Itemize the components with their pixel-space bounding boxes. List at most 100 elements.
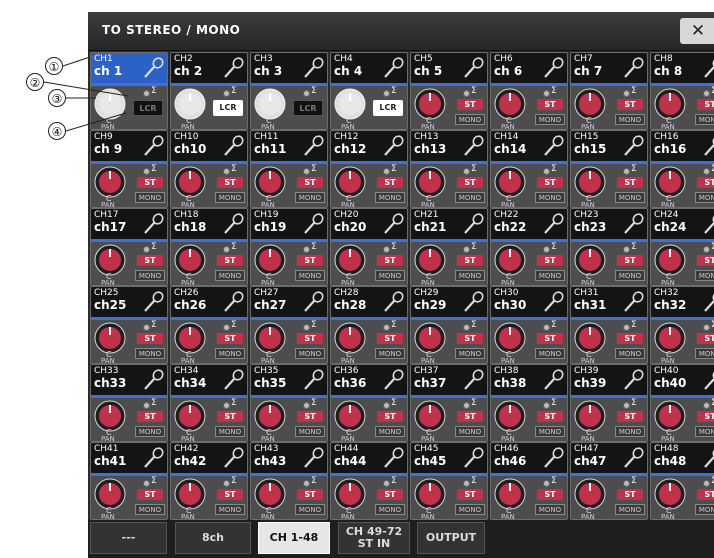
mono-button[interactable]: MONO	[375, 192, 405, 203]
channel-strip[interactable]: CH36 ch36 C PAN Σ ST MONO	[330, 364, 408, 442]
close-button[interactable]: ✕	[680, 18, 714, 44]
channel-strip[interactable]: CH26 ch26 C PAN Σ ST MONO	[170, 286, 248, 364]
mono-button[interactable]: MONO	[375, 426, 405, 437]
st-button[interactable]: ST	[617, 255, 643, 266]
st-button[interactable]: ST	[617, 99, 643, 110]
st-button[interactable]: ST	[537, 411, 563, 422]
st-button[interactable]: ST	[377, 333, 403, 344]
channel-strip[interactable]: CH20 ch20 C PAN Σ ST MONO	[330, 208, 408, 286]
mono-button[interactable]: MONO	[215, 192, 245, 203]
st-button[interactable]: ST	[217, 255, 243, 266]
mono-button[interactable]: MONO	[535, 192, 565, 203]
channel-strip[interactable]: CH22 ch22 C PAN Σ ST MONO	[490, 208, 568, 286]
channel-strip[interactable]: CH8ch 8CPANΣSTMONO	[650, 52, 714, 130]
lcr-button[interactable]: LCR	[373, 100, 403, 116]
channel-strip[interactable]: CH39 ch39 C PAN Σ ST MONO	[570, 364, 648, 442]
channel-strip[interactable]: CH37 ch37 C PAN Σ ST MONO	[410, 364, 488, 442]
mono-button[interactable]: MONO	[135, 426, 165, 437]
mono-button[interactable]: MONO	[535, 114, 565, 125]
mono-button[interactable]: MONO	[695, 426, 714, 437]
mono-button[interactable]: MONO	[455, 192, 485, 203]
st-button[interactable]: ST	[137, 489, 163, 500]
mono-button[interactable]: MONO	[695, 504, 714, 515]
mono-button[interactable]: MONO	[695, 270, 714, 281]
channel-strip[interactable]: CH38 ch38 C PAN Σ ST MONO	[490, 364, 568, 442]
mono-button[interactable]: MONO	[295, 270, 325, 281]
channel-strip[interactable]: CH18 ch18 C PAN Σ ST MONO	[170, 208, 248, 286]
mono-button[interactable]: MONO	[455, 270, 485, 281]
mono-button[interactable]: MONO	[295, 192, 325, 203]
mono-button[interactable]: MONO	[695, 114, 714, 125]
st-button[interactable]: ST	[457, 411, 483, 422]
st-button[interactable]: ST	[137, 333, 163, 344]
channel-strip[interactable]: CH28 ch28 C PAN Σ ST MONO	[330, 286, 408, 364]
st-button[interactable]: ST	[537, 489, 563, 500]
bank-tab[interactable]: CH 1-48	[258, 522, 330, 554]
st-button[interactable]: ST	[537, 255, 563, 266]
st-button[interactable]: ST	[377, 255, 403, 266]
mono-button[interactable]: MONO	[615, 270, 645, 281]
mono-button[interactable]: MONO	[695, 348, 714, 359]
channel-strip[interactable]: CH34 ch34 C PAN Σ ST MONO	[170, 364, 248, 442]
st-button[interactable]: ST	[537, 177, 563, 188]
mono-button[interactable]: MONO	[615, 114, 645, 125]
mono-button[interactable]: MONO	[135, 270, 165, 281]
mono-button[interactable]: MONO	[535, 270, 565, 281]
channel-strip[interactable]: CH6 ch 6 C PAN Σ ST MONO	[490, 52, 568, 130]
st-button[interactable]: ST	[617, 489, 643, 500]
channel-strip[interactable]: CH2 ch 2 C PAN Σ LCR	[170, 52, 248, 130]
st-button[interactable]: ST	[377, 411, 403, 422]
mono-button[interactable]: MONO	[295, 426, 325, 437]
mono-button[interactable]: MONO	[455, 504, 485, 515]
st-button[interactable]: ST	[137, 255, 163, 266]
st-button[interactable]: ST	[697, 489, 714, 500]
st-button[interactable]: ST	[697, 411, 714, 422]
channel-strip[interactable]: CH45 ch45 C PAN Σ ST MONO	[410, 442, 488, 520]
mono-button[interactable]: MONO	[135, 348, 165, 359]
st-button[interactable]: ST	[697, 99, 714, 110]
channel-strip[interactable]: CH33 ch33 C PAN Σ ST MONO	[90, 364, 168, 442]
channel-strip[interactable]: CH30 ch30 C PAN Σ ST MONO	[490, 286, 568, 364]
lcr-button[interactable]: LCR	[133, 100, 163, 116]
mono-button[interactable]: MONO	[535, 504, 565, 515]
st-button[interactable]: ST	[537, 99, 563, 110]
channel-strip[interactable]: CH40ch40CPANΣSTMONO	[650, 364, 714, 442]
st-button[interactable]: ST	[697, 177, 714, 188]
channel-strip[interactable]: CH25 ch25 C PAN Σ ST MONO	[90, 286, 168, 364]
bank-tab[interactable]: OUTPUT	[417, 522, 485, 554]
mono-button[interactable]: MONO	[455, 426, 485, 437]
channel-strip[interactable]: CH14 ch14 C PAN Σ ST MONO	[490, 130, 568, 208]
st-button[interactable]: ST	[457, 333, 483, 344]
st-button[interactable]: ST	[217, 177, 243, 188]
st-button[interactable]: ST	[137, 411, 163, 422]
channel-strip[interactable]: CH16ch16CPANΣSTMONO	[650, 130, 714, 208]
channel-strip[interactable]: CH1 ch 1 C PAN Σ LCR	[90, 52, 168, 130]
st-button[interactable]: ST	[377, 177, 403, 188]
channel-strip[interactable]: CH48ch48CPANΣSTMONO	[650, 442, 714, 520]
channel-strip[interactable]: CH46 ch46 C PAN Σ ST MONO	[490, 442, 568, 520]
st-button[interactable]: ST	[297, 489, 323, 500]
bank-tab[interactable]: ---	[90, 522, 167, 554]
st-button[interactable]: ST	[537, 333, 563, 344]
mono-button[interactable]: MONO	[615, 504, 645, 515]
channel-strip[interactable]: CH3 ch 3 C PAN Σ LCR	[250, 52, 328, 130]
lcr-button[interactable]: LCR	[213, 100, 243, 116]
channel-strip[interactable]: CH29 ch29 C PAN Σ ST MONO	[410, 286, 488, 364]
channel-strip[interactable]: CH5 ch 5 C PAN Σ ST MONO	[410, 52, 488, 130]
st-button[interactable]: ST	[217, 411, 243, 422]
bank-tab[interactable]: 8ch	[175, 522, 251, 554]
mono-button[interactable]: MONO	[135, 192, 165, 203]
st-button[interactable]: ST	[297, 177, 323, 188]
mono-button[interactable]: MONO	[615, 426, 645, 437]
mono-button[interactable]: MONO	[615, 348, 645, 359]
channel-strip[interactable]: CH27 ch27 C PAN Σ ST MONO	[250, 286, 328, 364]
mono-button[interactable]: MONO	[215, 270, 245, 281]
st-button[interactable]: ST	[457, 99, 483, 110]
st-button[interactable]: ST	[457, 255, 483, 266]
channel-strip[interactable]: CH7 ch 7 C PAN Σ ST MONO	[570, 52, 648, 130]
channel-strip[interactable]: CH24ch24CPANΣSTMONO	[650, 208, 714, 286]
mono-button[interactable]: MONO	[375, 348, 405, 359]
st-button[interactable]: ST	[617, 177, 643, 188]
mono-button[interactable]: MONO	[215, 348, 245, 359]
st-button[interactable]: ST	[457, 177, 483, 188]
